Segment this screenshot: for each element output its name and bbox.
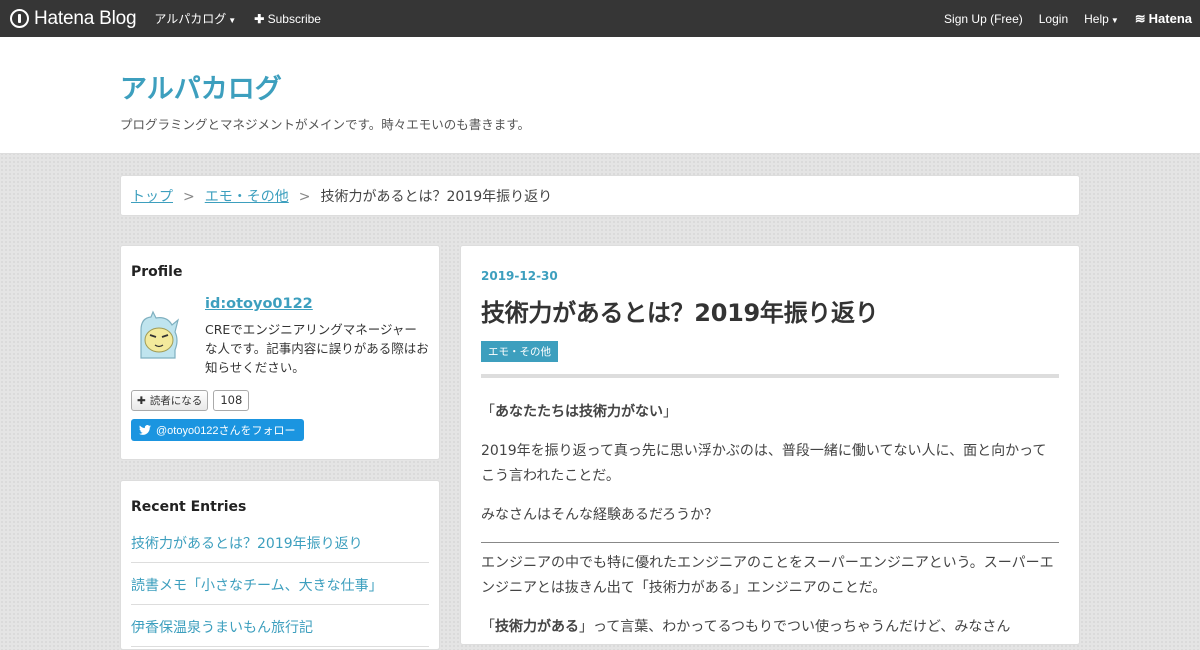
hatena-wave-icon: ≋ [1134,10,1146,26]
entry-date[interactable]: 2019-12-30 [481,269,1059,283]
recent-entries-heading: Recent Entries [131,499,247,515]
entry-divider [481,374,1059,378]
global-header: Hatena Blog アルパカログ ▼ ✚ Subscribe Sign Up … [0,0,1200,37]
entry-paragraph: みなさんはそんな経験あるだろうか？ [481,507,719,523]
subscribe-reader-button[interactable]: ✚ 読者になる [131,390,209,411]
avatar[interactable] [131,310,183,362]
blog-menu-label: アルパカログ [154,12,227,26]
hatena-blog-logo[interactable]: Hatena Blog [10,7,137,30]
twitter-bird-icon [139,425,151,435]
twitter-follow-button[interactable]: @otoyo0122さんをフォロー [131,419,304,441]
breadcrumb-separator: > [183,189,195,205]
hatena-logo-icon [10,9,29,28]
brand-name: Hatena Blog [34,7,137,29]
breadcrumb-separator: > [298,189,311,205]
quote-close: 」 [663,404,677,420]
login-link[interactable]: Login [1039,12,1068,26]
plus-icon: ✚ [137,394,146,407]
subscribe-label: Subscribe [267,11,321,26]
recent-entries-module: Recent Entries 技術力があるとは？2019年振り返り 読書メモ「小… [120,480,440,650]
para5-rest: 」って言葉、わかってるつもりでつい使っちゃうんだけど、みなさん [579,619,1011,635]
blog-menu[interactable]: アルパカログ ▼ [154,10,236,27]
profile-heading: Profile [131,264,183,280]
help-label: Help [1084,11,1109,26]
profile-bio: CREでエンジニアリングマネージャーな人です。記事内容に誤りがある際はお知らせく… [205,322,429,375]
hatena-link[interactable]: ≋ Hatena [1135,11,1192,27]
entry-category-tag[interactable]: エモ・その他 [481,341,558,362]
horizontal-rule [481,542,1059,543]
reader-button-label: 読者になる [149,395,203,407]
entry-body: 「あなたたちは技術力がない」 2019年を振り返って真っ先に思い浮かぶのは、普段… [481,400,1059,640]
para5-strong: 技術力がある [495,619,579,635]
quote-strong: あなたたちは技術力がない [495,404,663,420]
recent-entry-link[interactable]: 伊香保温泉うまいもん旅行記 [131,605,429,647]
breadcrumb-current: 技術力があるとは？2019年振り返り [320,189,553,205]
blog-header: アルパカログ プログラミングとマネジメントがメインです。時々エモいのも書きます。 [0,37,1200,154]
hatena-label: Hatena [1148,11,1192,26]
recent-entry-link[interactable]: 技術力があるとは？2019年振り返り [131,533,429,563]
help-menu[interactable]: Help ▼ [1084,12,1119,26]
blog-title[interactable]: アルパカログ [120,37,1200,106]
recent-entry-link[interactable]: 読書メモ「小さなチーム、大きな仕事」 [131,563,429,605]
breadcrumb-top[interactable]: トップ [131,189,173,205]
entry-article: 2019-12-30 技術力があるとは？2019年振り返り エモ・その他 「あな… [460,245,1080,645]
entry-paragraph: 2019年を振り返って真っ先に思い浮かぶのは、普段一緒に働いてない人に、面と向か… [481,443,1047,484]
entry-paragraph: エンジニアの中でも特に優れたエンジニアのことをスーパーエンジニアという。スーパー… [481,555,1054,596]
profile-id-link[interactable]: id:otoyo0122 [205,296,429,312]
plus-icon: ✚ [254,11,265,26]
signup-link[interactable]: Sign Up (Free) [944,12,1023,26]
caret-down-icon: ▼ [228,16,237,25]
caret-down-icon: ▼ [1110,15,1119,25]
twitter-follow-label: @otoyo0122さんをフォロー [156,425,296,437]
breadcrumb: トップ > エモ・その他 > 技術力があるとは？2019年振り返り [120,175,1080,216]
entry-title[interactable]: 技術力があるとは？2019年振り返り [481,293,1059,328]
entry-paragraph: 「技術力がある」って言葉、わかってるつもりでつい使っちゃうんだけど、みなさん [481,615,1059,640]
blog-description: プログラミングとマネジメントがメインです。時々エモいのも書きます。 [120,117,531,132]
profile-module: Profile id:otoyo0122 CREでエンジニアリングマネージャーな… [120,245,440,460]
reader-count: 108 [213,390,250,411]
breadcrumb-category[interactable]: エモ・その他 [205,189,289,205]
para5-open: 「 [481,619,495,635]
entry-quote: 「あなたたちは技術力がない」 [481,400,1059,425]
quote-open: 「 [481,404,495,420]
subscribe-button[interactable]: ✚ Subscribe [254,12,321,26]
